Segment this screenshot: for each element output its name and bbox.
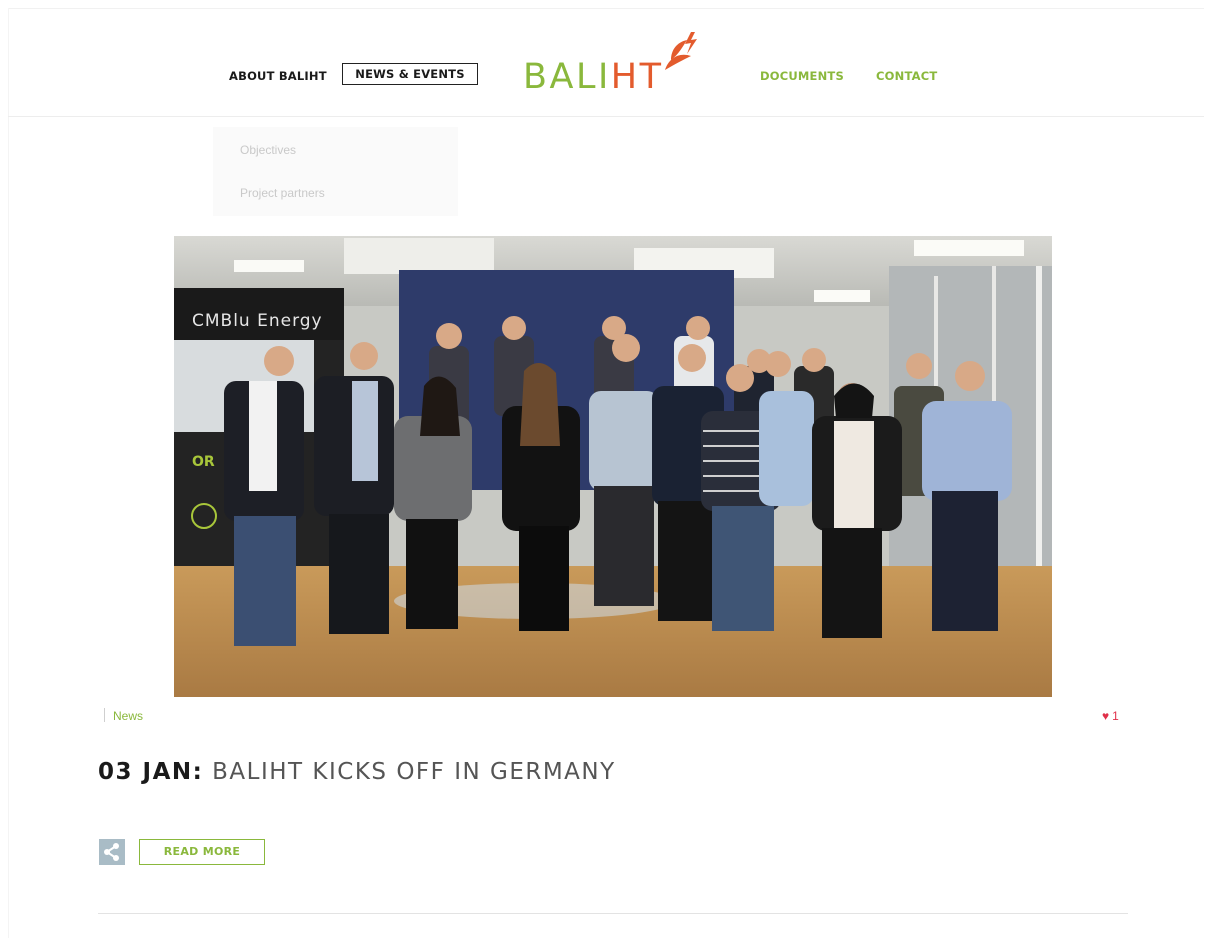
dropdown-item-objectives[interactable]: Objectives [240, 143, 296, 157]
post-date: 03 JAN: [98, 759, 204, 785]
nav-documents[interactable]: DOCUMENTS [760, 69, 844, 83]
page-left-border [8, 8, 9, 938]
like-count: 1 [1112, 709, 1119, 723]
share-icon [104, 843, 119, 861]
like-counter[interactable]: ♥ 1 [1102, 709, 1119, 723]
share-button[interactable] [99, 839, 125, 865]
post-title-text: BALIHT KICKS OFF IN GERMANY [212, 759, 616, 785]
about-dropdown-menu: Objectives Project partners [213, 127, 458, 216]
nav-about-baliht[interactable]: ABOUT BALIHT [229, 69, 327, 83]
dropdown-item-project-partners[interactable]: Project partners [240, 186, 325, 200]
logo-wordmark: BALIHT [523, 58, 663, 96]
svg-text:CMBlu Energy: CMBlu Energy [192, 311, 323, 331]
read-more-button[interactable]: READ MORE [139, 839, 265, 865]
heart-icon: ♥ [1102, 709, 1110, 723]
svg-text:OR: OR [192, 454, 215, 470]
logo-text-bali: BALI [523, 57, 611, 97]
group-photo: CMBlu Energy OR ww om [174, 236, 1052, 697]
category-separator [104, 708, 105, 722]
leaf-bolt-icon [665, 32, 697, 70]
nav-news-events[interactable]: NEWS & EVENTS [342, 63, 478, 85]
post-featured-image[interactable]: CMBlu Energy OR ww om [174, 236, 1052, 697]
post-title[interactable]: 03 JAN: BALIHT KICKS OFF IN GERMANY [98, 759, 616, 785]
baliht-logo[interactable]: BALIHT [523, 30, 703, 96]
post-divider [98, 913, 1128, 914]
logo-text-ht: HT [610, 57, 664, 97]
post-category-link[interactable]: News [113, 709, 143, 723]
site-header: ABOUT BALIHT NEWS & EVENTS BALIHT DOCUME… [8, 8, 1204, 117]
nav-contact[interactable]: CONTACT [876, 69, 937, 83]
